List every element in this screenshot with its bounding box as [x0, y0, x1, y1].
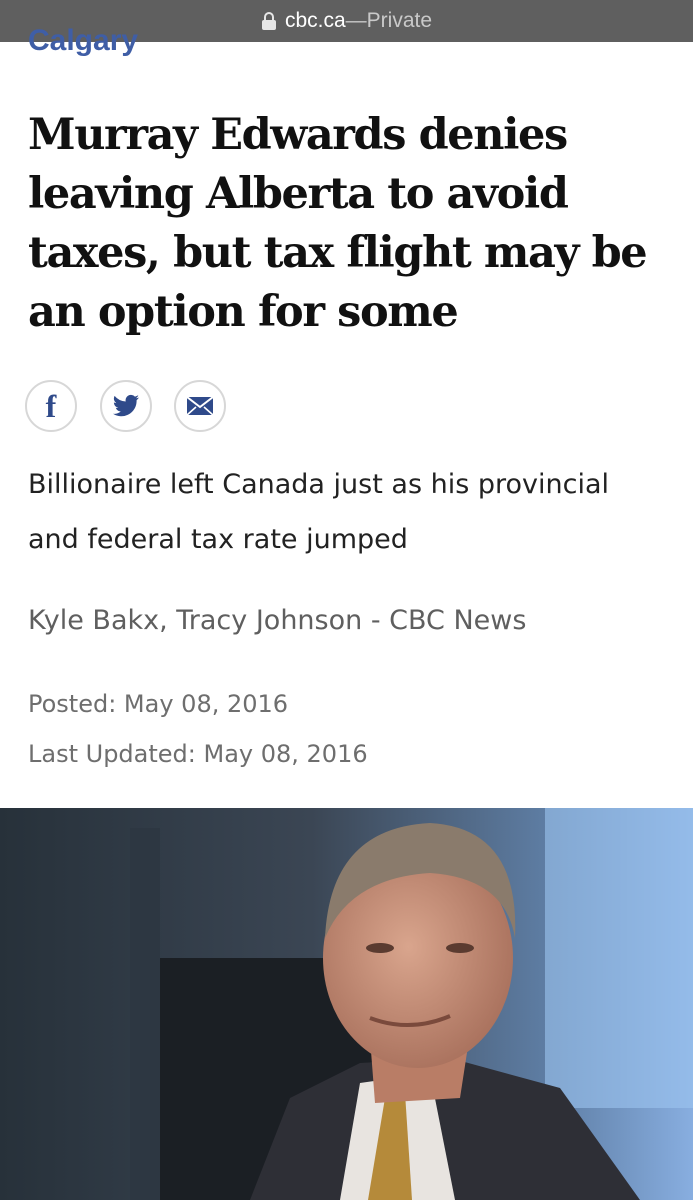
- posted-date: Posted: May 08, 2016: [28, 690, 289, 718]
- twitter-icon: [112, 394, 140, 418]
- share-email-button[interactable]: [174, 380, 226, 432]
- share-twitter-button[interactable]: [100, 380, 152, 432]
- share-facebook-button[interactable]: f: [25, 380, 77, 432]
- updated-date: Last Updated: May 08, 2016: [28, 740, 368, 768]
- article-dek: Billionaire left Canada just as his prov…: [28, 469, 610, 555]
- section-link[interactable]: Calgary: [28, 24, 138, 58]
- svg-text:f: f: [46, 391, 57, 421]
- article-headline: Murray Edwards denies leaving Alberta to…: [28, 110, 648, 337]
- email-icon: [186, 396, 214, 416]
- article-photo: [0, 808, 693, 1200]
- lock-icon: [261, 11, 277, 31]
- url-separator: —: [345, 9, 367, 32]
- article-byline: Kyle Bakx, Tracy Johnson - CBC News: [28, 605, 527, 636]
- facebook-icon: f: [41, 391, 61, 421]
- private-mode-label: Private: [366, 9, 433, 32]
- url-domain: cbc.ca: [284, 9, 346, 32]
